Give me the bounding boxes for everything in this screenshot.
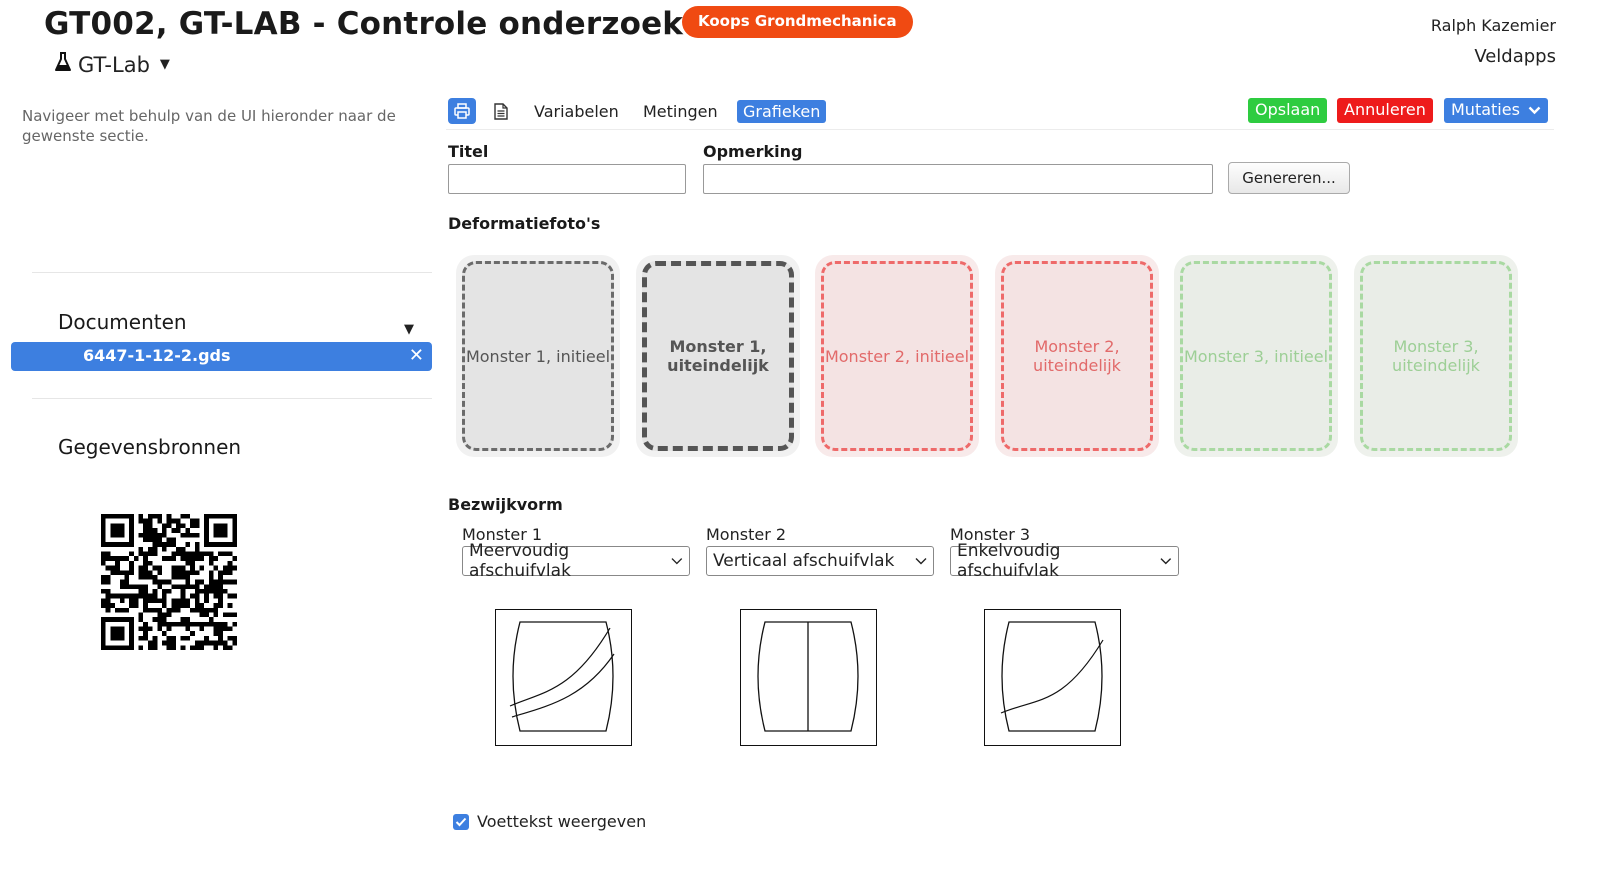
- navigation-hint: Navigeer met behulp van de UI hieronder …: [22, 107, 396, 145]
- user-app[interactable]: Veldapps: [1474, 46, 1556, 67]
- failure-diagram-single: [984, 609, 1121, 746]
- chevron-down-icon: [1160, 558, 1172, 565]
- photo-slot[interactable]: Monster 3, initieel: [1174, 255, 1338, 457]
- tab-charts[interactable]: Grafieken: [737, 100, 827, 123]
- sources-title[interactable]: Gegevensbronnen: [58, 435, 241, 459]
- sample-1-select[interactable]: Meervoudig afschuifvlak: [462, 541, 690, 581]
- remark-input[interactable]: [703, 164, 1213, 194]
- title-input[interactable]: [448, 164, 686, 194]
- caret-down-icon: ▼: [159, 57, 170, 72]
- photo-slot[interactable]: Monster 2, initieel: [815, 255, 979, 457]
- sample-2-value: Verticaal afschuifvlak: [713, 551, 895, 571]
- photo-slot-label: Monster 3, uiteindelijk: [1360, 261, 1512, 451]
- save-button[interactable]: Opslaan: [1248, 98, 1328, 123]
- mutations-button[interactable]: Mutaties: [1444, 98, 1549, 123]
- close-icon[interactable]: ✕: [409, 345, 424, 366]
- document-icon[interactable]: [487, 98, 515, 124]
- tab-measurements[interactable]: Metingen: [637, 100, 724, 123]
- photo-slot-label: Monster 2, initieel: [821, 261, 973, 451]
- print-icon[interactable]: [448, 98, 476, 124]
- user-name[interactable]: Ralph Kazemier: [1431, 16, 1556, 35]
- sample-2-select[interactable]: Verticaal afschuifvlak: [706, 546, 934, 576]
- caret-down-icon[interactable]: ▼: [404, 322, 414, 337]
- show-footer-checkbox[interactable]: Voettekst weergeven: [453, 812, 646, 831]
- failure-diagram-multiple: [495, 609, 632, 746]
- app-switcher[interactable]: GT-Lab ▼: [54, 52, 170, 77]
- document-label: 6447-1-12-2.gds: [83, 346, 231, 365]
- chevron-down-icon: [1528, 106, 1541, 115]
- photo-slot[interactable]: Monster 3, uiteindelijk: [1354, 255, 1518, 457]
- photos-section-title: Deformatiefoto's: [448, 214, 601, 233]
- failure-section-title: Bezwijkvorm: [448, 495, 563, 514]
- checkbox-icon[interactable]: [453, 813, 469, 830]
- page-title: GT002, GT-LAB - Controle onderzoek: [44, 6, 684, 42]
- documents-title[interactable]: Documenten: [58, 310, 187, 334]
- divider: [32, 272, 432, 273]
- remark-label: Opmerking: [703, 142, 803, 161]
- qr-code: [101, 514, 237, 650]
- document-item[interactable]: 6447-1-12-2.gds ✕: [11, 342, 432, 371]
- title-label: Titel: [448, 142, 489, 161]
- photo-slot-label: Monster 3, initieel: [1180, 261, 1332, 451]
- photo-slot[interactable]: Monster 2, uiteindelijk: [995, 255, 1159, 457]
- chevron-down-icon: [915, 558, 927, 565]
- sample-2-label: Monster 2: [706, 525, 787, 544]
- photo-slot-label: Monster 1, initieel: [462, 261, 614, 451]
- mutations-label: Mutaties: [1451, 100, 1520, 119]
- failure-diagram-vertical: [740, 609, 877, 746]
- flask-icon: [54, 52, 72, 77]
- show-footer-label: Voettekst weergeven: [477, 812, 647, 831]
- sample-1-value: Meervoudig afschuifvlak: [469, 541, 571, 581]
- photo-slot[interactable]: Monster 1, initieel: [456, 255, 620, 457]
- company-badge: Koops Grondmechanica: [682, 6, 913, 38]
- sample-3-select[interactable]: Enkelvoudig afschuifvlak: [950, 541, 1179, 581]
- toolbar: Variabelen Metingen Grafieken Opslaan An…: [446, 96, 1554, 130]
- tab-variables[interactable]: Variabelen: [528, 100, 625, 123]
- generate-button[interactable]: Genereren...: [1228, 162, 1350, 194]
- app-switcher-label: GT-Lab: [78, 52, 150, 77]
- photo-slot-label: Monster 1, uiteindelijk: [642, 261, 794, 451]
- sample-3-value: Enkelvoudig afschuifvlak: [957, 541, 1061, 581]
- divider: [32, 398, 432, 399]
- cancel-button[interactable]: Annuleren: [1337, 98, 1433, 123]
- photo-slot-label: Monster 2, uiteindelijk: [1001, 261, 1153, 451]
- chevron-down-icon: [671, 558, 683, 565]
- photo-slot[interactable]: Monster 1, uiteindelijk: [636, 255, 800, 457]
